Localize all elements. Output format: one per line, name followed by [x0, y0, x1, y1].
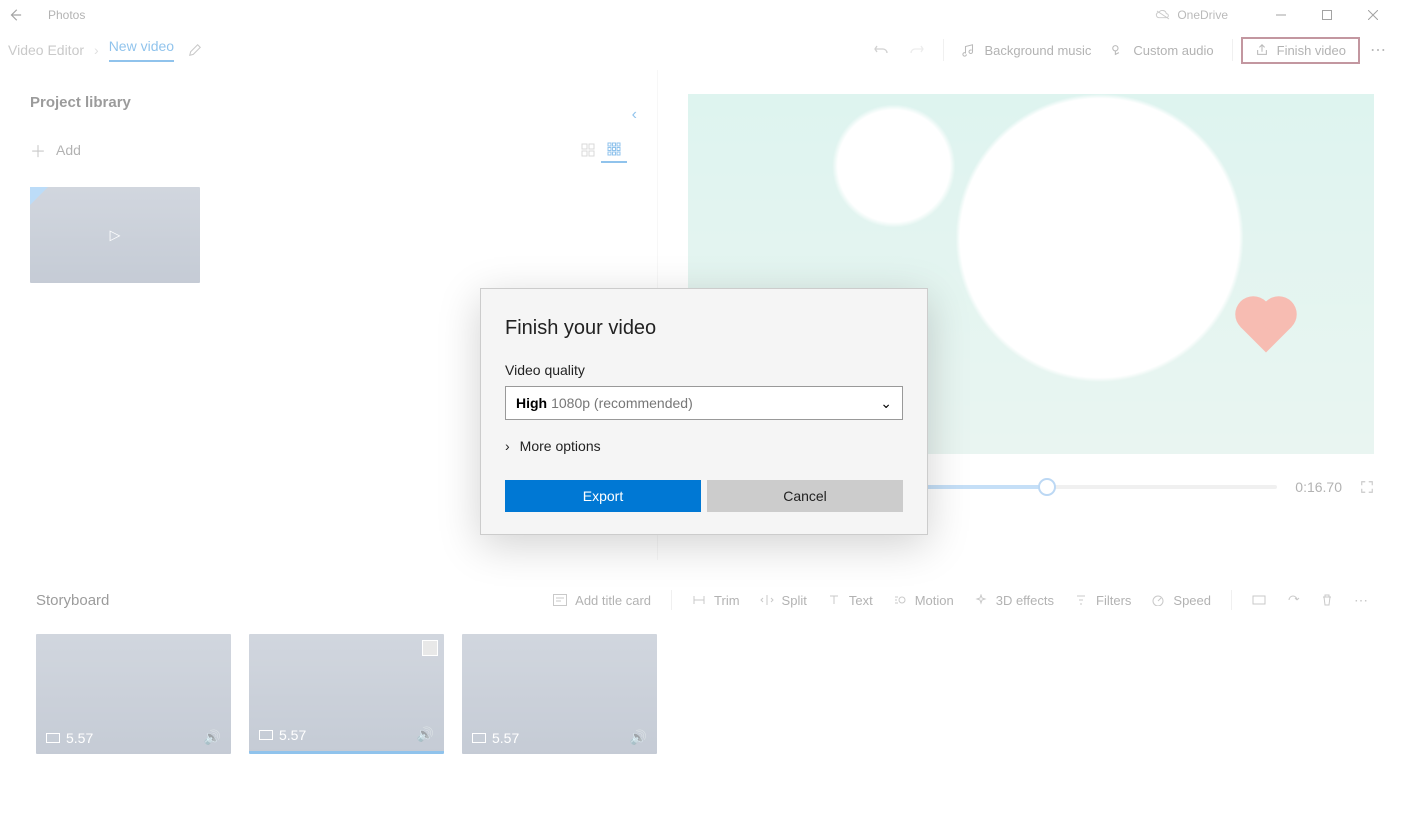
more-options-toggle[interactable]: › More options [505, 438, 903, 454]
chevron-down-icon: ⌄ [880, 395, 892, 412]
export-button[interactable]: Export [505, 480, 701, 512]
dialog-title: Finish your video [505, 317, 903, 340]
quality-label: Video quality [505, 362, 903, 378]
cancel-button[interactable]: Cancel [707, 480, 903, 512]
chevron-right-icon: › [505, 438, 510, 454]
finish-video-dialog: Finish your video Video quality High1080… [480, 288, 928, 535]
quality-select[interactable]: High1080p (recommended) ⌄ [505, 386, 903, 420]
